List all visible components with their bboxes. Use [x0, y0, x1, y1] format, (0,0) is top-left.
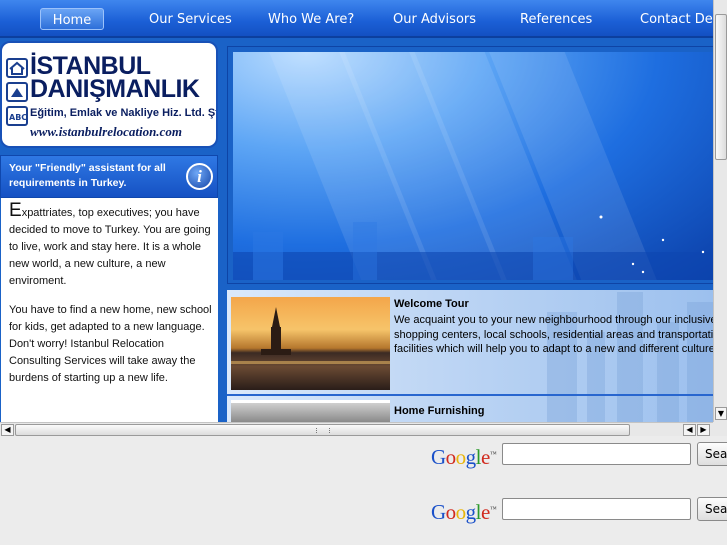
google-search-input[interactable]: [502, 443, 691, 465]
maiden-tower-image: [231, 307, 390, 364]
service-text-welcome-tour: We acquaint you to your new neighbourhoo…: [394, 314, 714, 355]
home-furnishing-photo: [231, 400, 390, 422]
info-icon: i: [186, 163, 213, 190]
service-title-welcome-tour[interactable]: Welcome Tour: [394, 298, 469, 310]
education-icon: ABC: [6, 106, 28, 126]
intro-paragraph-1-text: xpattriates, top executives; you have de…: [9, 207, 211, 287]
scroll-right-arrow-icon[interactable]: ▶: [697, 424, 710, 436]
google-logo: Google™: [431, 500, 497, 524]
company-logo[interactable]: ABC İSTANBUL DANIŞMANLIK Eğitim, Emlak v…: [0, 41, 218, 148]
google-search-button[interactable]: Search: [697, 442, 727, 466]
intro-dropcap: E: [9, 200, 22, 221]
intro-panel: Expattriates, top executives; you have d…: [0, 198, 218, 422]
skyline-building: [617, 292, 643, 422]
section-divider: [227, 394, 714, 396]
scroll-down-arrow-icon[interactable]: ▼: [715, 407, 727, 420]
nav-item-contact-details[interactable]: Contact Deta: [640, 12, 714, 27]
main-navigation: Home Our Services Who We Are? Our Adviso…: [0, 0, 714, 38]
intro-paragraph-2: You have to find a new home, new school …: [9, 304, 212, 384]
scrollbar-grip-icon: [316, 428, 330, 433]
tagline-text: Your "Friendly" assistant for all requir…: [9, 162, 166, 189]
hero-banner-image: [233, 52, 714, 280]
vertical-scrollbar[interactable]: ▼: [713, 0, 727, 422]
banner-skyline-graphic: [233, 215, 714, 280]
logo-website[interactable]: www.istanbulrelocation.com: [30, 124, 182, 140]
logo-icon-stack: ABC: [6, 58, 28, 130]
scroll-left-arrow-icon[interactable]: ◀: [683, 424, 696, 436]
nav-item-references[interactable]: References: [520, 12, 592, 27]
google-search-button[interactable]: Search: [697, 497, 727, 521]
google-search-input[interactable]: [502, 498, 691, 520]
scroll-left-arrow-icon[interactable]: ◀: [1, 424, 14, 436]
welcome-tour-photo: [231, 297, 390, 390]
moving-icon: [6, 82, 28, 102]
nav-item-home[interactable]: Home: [40, 8, 104, 30]
logo-company-type: Eğitim, Emlak ve Nakliye Hiz. Ltd. Şti.: [30, 107, 218, 119]
google-logo: Google™: [431, 445, 497, 469]
nav-item-who-we-are[interactable]: Who We Are?: [268, 12, 354, 27]
logo-title-line2: DANIŞMANLIK: [30, 75, 200, 103]
hero-banner: [227, 46, 714, 284]
vertical-scrollbar-thumb[interactable]: [715, 14, 727, 160]
service-title-home-furnishing[interactable]: Home Furnishing: [394, 405, 484, 417]
tagline-banner: Your "Friendly" assistant for all requir…: [0, 155, 218, 198]
nav-item-our-advisors[interactable]: Our Advisors: [393, 12, 476, 27]
svg-text:ABC: ABC: [9, 113, 26, 122]
house-icon: [6, 58, 28, 78]
horizontal-scrollbar-thumb[interactable]: [15, 424, 630, 436]
browser-viewport: Home Our Services Who We Are? Our Adviso…: [0, 0, 714, 422]
nav-item-our-services[interactable]: Our Services: [149, 12, 232, 27]
scrollbar-corner: [713, 422, 727, 436]
intro-paragraph-1: Expattriates, top executives; you have d…: [9, 200, 214, 290]
horizontal-scrollbar[interactable]: ◀ ◀ ▶: [0, 422, 713, 436]
